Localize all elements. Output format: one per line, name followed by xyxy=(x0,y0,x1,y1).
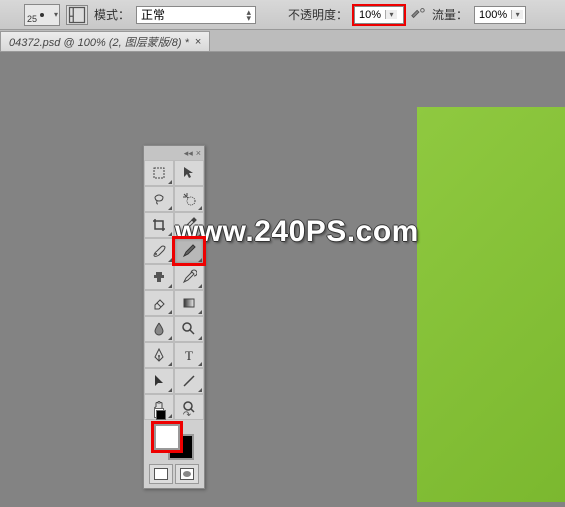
flow-value: 100% xyxy=(475,9,511,21)
canvas-area[interactable] xyxy=(0,52,565,507)
foreground-color[interactable] xyxy=(154,424,180,450)
tool-gradient[interactable] xyxy=(174,290,204,316)
document-tab-bar: 04372.psd @ 100% (2, 图层蒙版/8) * × xyxy=(0,30,565,52)
tool-pen[interactable] xyxy=(144,342,174,368)
flow-input[interactable]: 100% ▾ xyxy=(474,6,526,24)
tool-healing-brush[interactable] xyxy=(144,238,174,264)
color-swatches: ↷ xyxy=(154,424,194,460)
quick-mask-button[interactable] xyxy=(175,464,199,484)
tool-lasso[interactable] xyxy=(144,186,174,212)
brush-panel-toggle[interactable] xyxy=(66,5,88,25)
standard-mode-button[interactable] xyxy=(149,464,173,484)
tool-move[interactable] xyxy=(174,160,204,186)
opacity-label: 不透明度： xyxy=(288,6,348,23)
tool-line[interactable] xyxy=(174,368,204,394)
options-bar: 25 ▾ 模式： 正常 ▴▾ 不透明度： 10% ▾ 流量： 100% ▾ xyxy=(0,0,565,30)
tool-rectangular-marquee[interactable] xyxy=(144,160,174,186)
chevron-down-icon: ▾ xyxy=(511,10,523,19)
tool-blur[interactable] xyxy=(144,316,174,342)
chevron-down-icon: ▾ xyxy=(385,10,397,19)
brush-size-value: 25 xyxy=(27,14,37,24)
document-tab[interactable]: 04372.psd @ 100% (2, 图层蒙版/8) * × xyxy=(0,31,210,51)
tool-quick-selection[interactable] xyxy=(174,186,204,212)
canvas-content xyxy=(417,107,565,502)
color-section: ↷ xyxy=(144,420,204,464)
brush-preset-picker[interactable]: 25 ▾ xyxy=(24,4,60,26)
tool-brush[interactable] xyxy=(174,238,204,264)
tool-path-selection[interactable] xyxy=(144,368,174,394)
opacity-value: 10% xyxy=(355,9,385,21)
tool-eraser[interactable] xyxy=(144,290,174,316)
close-tab-button[interactable]: × xyxy=(195,36,201,48)
tool-type[interactable]: T xyxy=(174,342,204,368)
close-icon[interactable]: × xyxy=(196,148,201,158)
tool-clone-stamp[interactable] xyxy=(144,264,174,290)
tools-panel: ◂◂ × T ↷ xyxy=(143,145,205,489)
tools-panel-header[interactable]: ◂◂ × xyxy=(144,146,204,160)
collapse-icon[interactable]: ◂◂ xyxy=(184,148,193,159)
flow-label: 流量： xyxy=(432,6,468,23)
tablet-pressure-opacity-icon[interactable] xyxy=(410,6,426,23)
swap-colors-button[interactable]: ↷ xyxy=(182,410,192,421)
tool-eyedropper[interactable] xyxy=(174,212,204,238)
mode-label: 模式： xyxy=(94,6,130,23)
chevron-down-icon: ▾ xyxy=(54,10,58,19)
tool-history-brush[interactable] xyxy=(174,264,204,290)
blend-mode-value: 正常 xyxy=(141,6,165,23)
opacity-input[interactable]: 10% ▾ xyxy=(354,6,404,24)
tool-crop[interactable] xyxy=(144,212,174,238)
tool-dodge[interactable] xyxy=(174,316,204,342)
document-title: 04372.psd @ 100% (2, 图层蒙版/8) * xyxy=(9,34,189,50)
edit-mode-row xyxy=(144,464,204,488)
blend-mode-select[interactable]: 正常 ▴▾ xyxy=(136,6,256,24)
tool-grid: T xyxy=(144,160,204,420)
svg-text:T: T xyxy=(185,348,193,363)
default-colors-button[interactable] xyxy=(156,410,166,420)
select-arrows-icon: ▴▾ xyxy=(246,9,251,21)
